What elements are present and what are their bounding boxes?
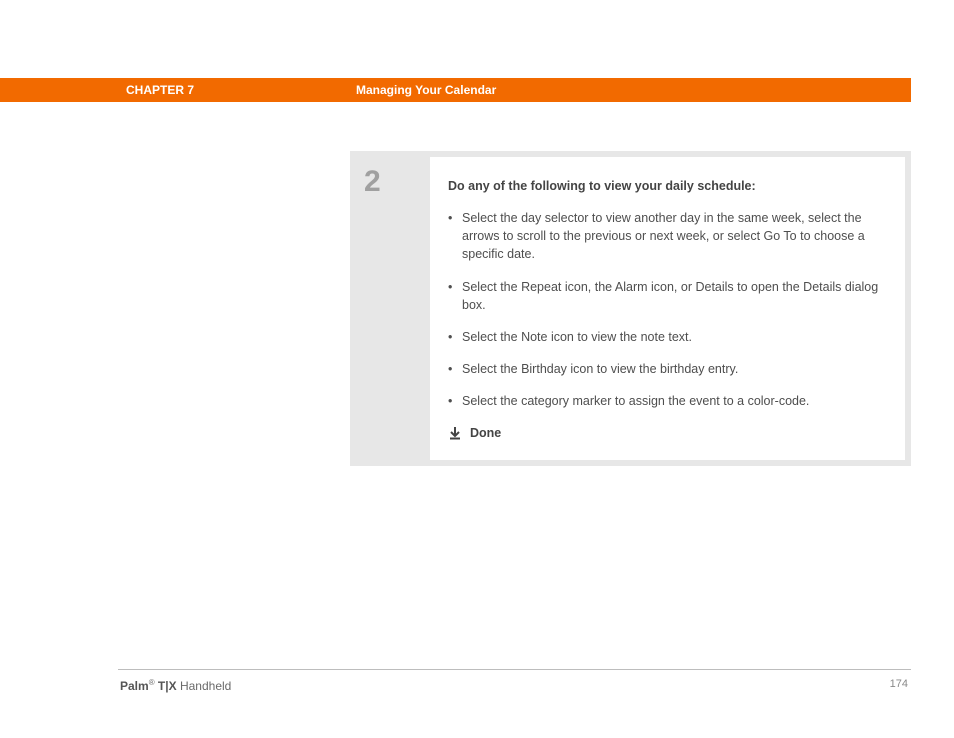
chapter-title: Managing Your Calendar bbox=[356, 83, 496, 97]
step-content: Do any of the following to view your dai… bbox=[430, 157, 905, 460]
chapter-label: CHAPTER 7 bbox=[126, 83, 194, 97]
list-item: Select the Birthday icon to view the bir… bbox=[448, 360, 883, 378]
footer-model: T|X bbox=[155, 679, 177, 693]
step-number-column: 2 bbox=[356, 157, 430, 460]
done-row: Done bbox=[448, 424, 883, 442]
step-number: 2 bbox=[364, 167, 430, 197]
list-item: Select the Repeat icon, the Alarm icon, … bbox=[448, 278, 883, 314]
step-bullet-list: Select the day selector to view another … bbox=[448, 209, 883, 410]
footer-brand: Palm bbox=[120, 679, 149, 693]
list-item: Select the category marker to assign the… bbox=[448, 392, 883, 410]
page-number: 174 bbox=[890, 678, 908, 690]
done-label: Done bbox=[470, 424, 501, 442]
page: CHAPTER 7 Managing Your Calendar 2 Do an… bbox=[0, 0, 954, 738]
step-box: 2 Do any of the following to view your d… bbox=[350, 151, 911, 466]
down-arrow-icon bbox=[448, 426, 462, 440]
list-item: Select the Note icon to view the note te… bbox=[448, 328, 883, 346]
footer-product: Palm® T|X Handheld bbox=[120, 678, 231, 693]
chapter-header-bar: CHAPTER 7 Managing Your Calendar bbox=[0, 78, 911, 102]
step-inner: 2 Do any of the following to view your d… bbox=[356, 157, 905, 460]
list-item: Select the day selector to view another … bbox=[448, 209, 883, 263]
footer-rule bbox=[118, 669, 911, 670]
step-lead-text: Do any of the following to view your dai… bbox=[448, 177, 883, 195]
footer-tail: Handheld bbox=[177, 679, 232, 693]
